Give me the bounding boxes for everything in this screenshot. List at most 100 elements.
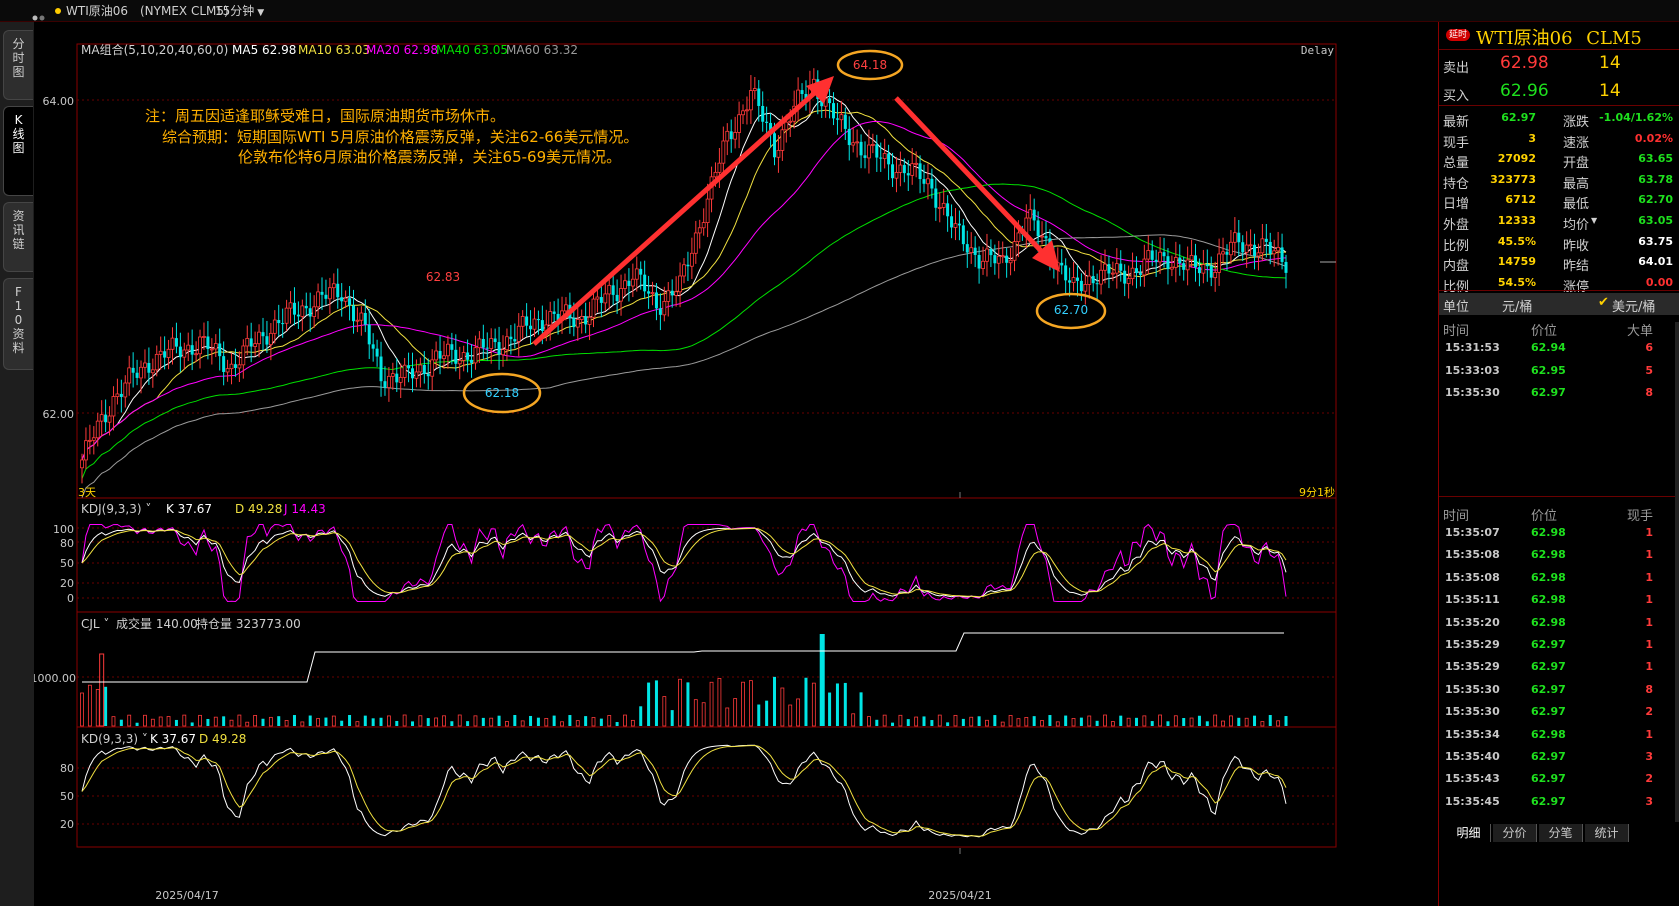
stat-value: 6712	[1505, 193, 1536, 207]
side-tab-label[interactable]: 分时图	[4, 37, 33, 79]
candle-body	[658, 308, 662, 315]
candle-body	[375, 348, 379, 357]
candle-body	[225, 368, 230, 373]
candle-body	[131, 367, 135, 373]
chart-area[interactable]: MA组合(5,10,20,40,60,0) MA5 62.98 MA10 63.…	[34, 22, 1438, 906]
detail-tab[interactable]: 明细	[1447, 824, 1491, 842]
candle-body	[268, 332, 273, 345]
candle-body	[647, 291, 651, 294]
candle-body	[1119, 263, 1123, 271]
candle-body	[540, 320, 544, 332]
cell-time: 15:35:11	[1445, 593, 1500, 607]
cell-time: 15:35:43	[1445, 772, 1500, 786]
side-tab-label[interactable]: K线图	[4, 113, 33, 155]
candle-body	[875, 144, 879, 158]
cell-time: 15:35:30	[1445, 705, 1500, 719]
candle-body	[1134, 268, 1138, 274]
volume-bar	[174, 719, 178, 726]
candle-body	[1099, 269, 1103, 285]
volume-bar	[1000, 721, 1005, 727]
stat-value: 323773	[1490, 172, 1536, 186]
side-tab-label[interactable]: F10资料	[4, 285, 33, 355]
chevron-down-icon[interactable]: ▼	[257, 8, 264, 18]
unit-option-usd[interactable]: 美元/桶	[1612, 296, 1655, 315]
candle-body	[1028, 209, 1033, 219]
candle-body	[587, 316, 592, 325]
candle-body	[367, 324, 371, 345]
candle-body	[607, 284, 612, 295]
candle-body	[591, 298, 596, 318]
tab-f10[interactable]: F10资料	[3, 278, 33, 370]
tab-news[interactable]: 资讯链	[3, 202, 33, 272]
stat-label: 涨跌	[1563, 115, 1590, 130]
volume-bar	[466, 721, 470, 726]
candle-body	[363, 313, 367, 325]
candle-body	[1064, 265, 1068, 281]
candle-body	[434, 350, 439, 361]
detail-tab[interactable]: 分笔	[1539, 824, 1583, 842]
y-label-64: 64.00	[43, 95, 75, 108]
volume-bar	[1284, 716, 1288, 726]
right-scrollbar[interactable]	[1675, 322, 1679, 822]
volume-bar	[985, 719, 989, 727]
candle-body	[926, 178, 930, 185]
ma-params[interactable]: MA组合(5,10,20,40,60,0)	[81, 42, 228, 57]
candle-body	[851, 142, 856, 146]
note-line-2: 综合预期：短期国际WTI 5月原油价格震荡反弹，关注62-66美元情况。	[162, 128, 639, 146]
cell-qty: 2	[1645, 772, 1653, 786]
sell-price[interactable]: 62.98	[1500, 53, 1549, 73]
volume-bar	[560, 721, 564, 727]
candle-body	[737, 114, 741, 133]
volume-bar	[87, 684, 92, 727]
avg-chevron-down-icon[interactable]: ▼	[1591, 216, 1597, 225]
volume-bar	[237, 714, 242, 727]
sell-qty: 14	[1599, 53, 1621, 73]
cjl-title[interactable]: CJL ˅	[81, 617, 109, 631]
volume-bar	[331, 715, 336, 727]
stat-value: 0.02%	[1634, 131, 1673, 145]
unit-option-yuan[interactable]: 元/桶	[1502, 296, 1532, 315]
side-tab-label[interactable]: 资讯链	[4, 209, 33, 251]
period-label[interactable]: 15分钟	[215, 4, 254, 18]
kdj-title[interactable]: KDJ(9,3,3) ˅	[81, 502, 151, 516]
detail-tab[interactable]: 分价	[1493, 824, 1537, 842]
window-control-icons[interactable]	[32, 7, 48, 21]
volume-bar	[529, 715, 533, 726]
stat-value: 63.65	[1638, 152, 1673, 166]
candle-body	[1213, 271, 1218, 279]
kd-d-line	[81, 744, 1287, 837]
tab-kline[interactable]: K线图	[3, 106, 33, 196]
candle-body	[150, 369, 155, 374]
stat-value: 62.70	[1638, 193, 1673, 207]
candle-body	[1253, 244, 1257, 256]
candle-body	[765, 121, 769, 123]
candle-body	[84, 440, 88, 461]
candle-body	[1110, 272, 1115, 275]
volume-bar	[308, 715, 312, 726]
candle-body	[1201, 264, 1206, 274]
detail-tab[interactable]: 统计	[1585, 824, 1629, 842]
volume-bar-peak	[819, 634, 825, 726]
check-icon: ✔	[1598, 295, 1609, 310]
volume-bar	[371, 718, 375, 726]
volume-bar	[80, 692, 84, 727]
tab-timeshare[interactable]: 分时图	[3, 30, 33, 100]
cell-qty: 1	[1645, 570, 1653, 584]
volume-bar	[411, 721, 415, 726]
buy-price[interactable]: 62.96	[1500, 81, 1549, 101]
cjl-volume: 成交量 140.00	[116, 616, 198, 631]
stat-label: 涨停	[1563, 279, 1590, 295]
volume-bar	[111, 716, 116, 727]
note-line-3: 伦敦布伦特6月原油价格震荡反弹，关注65-69美元情况。	[238, 148, 622, 166]
candle-body	[1284, 261, 1288, 273]
volume-bar	[158, 716, 163, 727]
candle-body	[300, 305, 305, 317]
volume-bar	[772, 676, 776, 726]
stat-value: 63.75	[1638, 234, 1673, 248]
candle-body	[1182, 263, 1186, 270]
candle-body	[430, 359, 435, 377]
period-selector[interactable]: 15分钟 ▼	[215, 0, 264, 24]
cell-time: 15:35:20	[1445, 615, 1500, 629]
kd-title[interactable]: KD(9,3,3) ˅	[81, 732, 148, 746]
candle-body	[1083, 284, 1088, 292]
